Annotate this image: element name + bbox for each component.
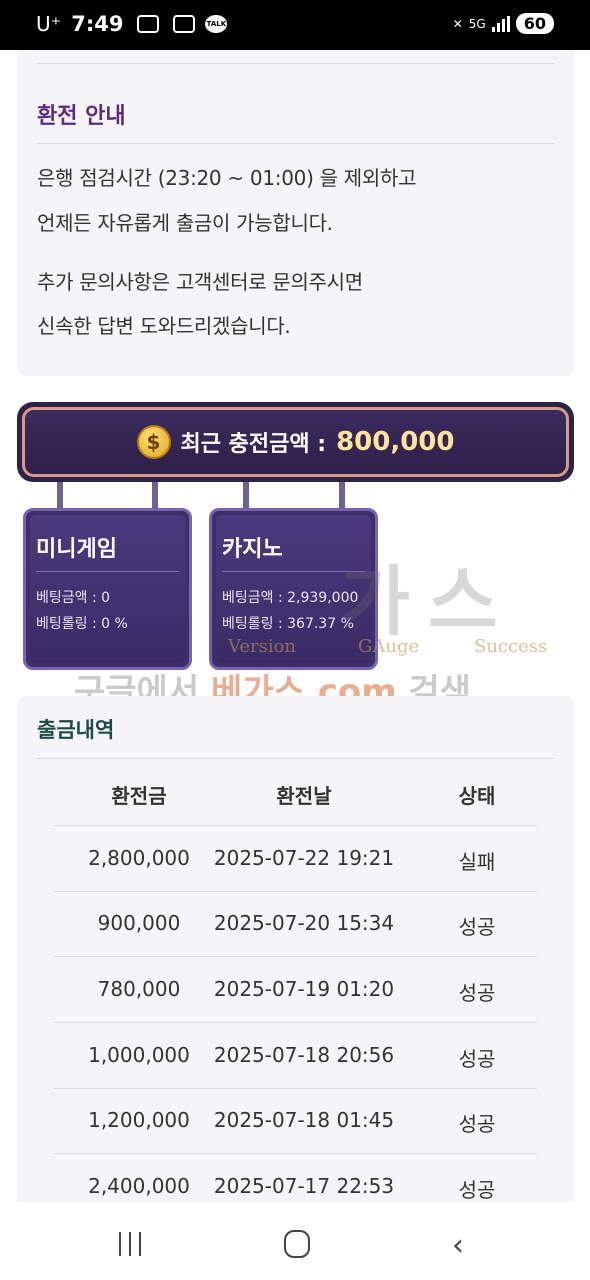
minigame-title: 미니게임 — [36, 537, 117, 562]
row-status: 성공 — [458, 1178, 496, 1202]
info-text-line-4: 신속한 답변 도와드리겠습니다. — [37, 314, 291, 338]
screen-capture-icon — [173, 15, 196, 33]
casino-box: 카지노 베팅금액 : 2,939,000 베팅롤링 : 367.37 % — [209, 508, 378, 670]
minigame-box: 미니게임 베팅금액 : 0 베팅롤링 : 0 % — [23, 508, 192, 670]
casino-rolling: 베팅롤링 : 367.37 % — [222, 616, 354, 632]
divider — [222, 571, 365, 572]
divider — [37, 758, 554, 759]
recent-apps-icon[interactable] — [119, 1232, 141, 1256]
minigame-rolling: 베팅롤링 : 0 % — [36, 616, 128, 632]
row-date: 2025-07-22 19:21 — [213, 846, 395, 870]
withdraw-history-title: 출금내역 — [37, 718, 115, 742]
info-text-line-2: 언제든 자유롭게 출금이 가능합니다. — [37, 211, 333, 235]
row-status: 성공 — [458, 981, 496, 1005]
watermark-success: Success — [474, 636, 548, 657]
recent-charge-banner: $ 최근 충전금액 : 800,000 — [17, 402, 574, 482]
carrier-label: U⁺ — [36, 12, 62, 36]
status-left: U⁺ 7:49 TALK — [36, 12, 228, 36]
row-divider — [54, 891, 537, 892]
column-header-status: 상태 — [458, 784, 496, 808]
exchange-info-title: 환전 안내 — [37, 104, 126, 129]
casino-box-inner: 카지노 베팅금액 : 2,939,000 베팅롤링 : 367.37 % — [216, 515, 371, 663]
row-divider — [54, 1088, 537, 1089]
home-icon[interactable] — [284, 1230, 310, 1258]
column-header-date: 환전날 — [276, 784, 332, 808]
system-nav-bar: ‹ — [0, 1202, 590, 1280]
row-status: 실패 — [458, 850, 496, 874]
network-type: 5G — [468, 16, 486, 31]
info-text-line-1: 은행 점검시간 (23:20 ~ 01:00) 을 제외하고 — [37, 166, 417, 190]
row-date: 2025-07-18 01:45 — [213, 1108, 395, 1132]
recent-charge-inner: $ 최근 충전금액 : 800,000 — [22, 407, 569, 477]
row-divider — [54, 956, 537, 957]
row-divider — [54, 1022, 537, 1023]
recent-charge-value: 800,000 — [336, 427, 455, 457]
signal-icon — [491, 15, 510, 32]
row-date: 2025-07-20 15:34 — [213, 911, 395, 935]
row-status: 성공 — [458, 915, 496, 939]
row-date: 2025-07-17 22:53 — [213, 1174, 395, 1198]
exchange-info-card: 환전 안내 은행 점검시간 (23:20 ~ 01:00) 을 제외하고 언제든… — [17, 50, 574, 376]
divider — [36, 571, 179, 572]
coin-icon: $ — [136, 425, 171, 459]
kakaotalk-icon: TALK — [205, 15, 228, 33]
withdraw-history-card: 출금내역 환전금 환전날 상태 2,800,000 2025-07-22 19:… — [17, 696, 574, 1202]
status-bar: U⁺ 7:49 TALK ✕ 5G 60 — [0, 0, 590, 50]
row-status: 성공 — [458, 1112, 496, 1136]
info-text-line-3: 추가 문의사항은 고객센터로 문의주시면 — [37, 270, 363, 294]
recent-charge-label: 최근 충전금액 : — [180, 432, 327, 457]
screenshot-icon — [137, 15, 160, 33]
row-divider — [54, 1153, 537, 1154]
clock: 7:49 — [71, 12, 124, 36]
row-divider — [54, 825, 537, 826]
casino-bet-amount: 베팅금액 : 2,939,000 — [222, 590, 359, 606]
row-date: 2025-07-18 20:56 — [213, 1043, 395, 1067]
row-status: 성공 — [458, 1047, 496, 1071]
row-date: 2025-07-19 01:20 — [213, 977, 395, 1001]
battery-indicator: 60 — [515, 13, 554, 34]
mute-icon: ✕ — [452, 16, 463, 31]
minigame-bet-amount: 베팅금액 : 0 — [36, 590, 111, 606]
back-icon[interactable]: ‹ — [452, 1228, 464, 1263]
minigame-box-inner: 미니게임 베팅금액 : 0 베팅롤링 : 0 % — [30, 515, 185, 663]
divider — [37, 143, 554, 144]
divider — [37, 63, 554, 64]
casino-title: 카지노 — [222, 537, 283, 562]
status-right: ✕ 5G 60 — [453, 13, 554, 34]
